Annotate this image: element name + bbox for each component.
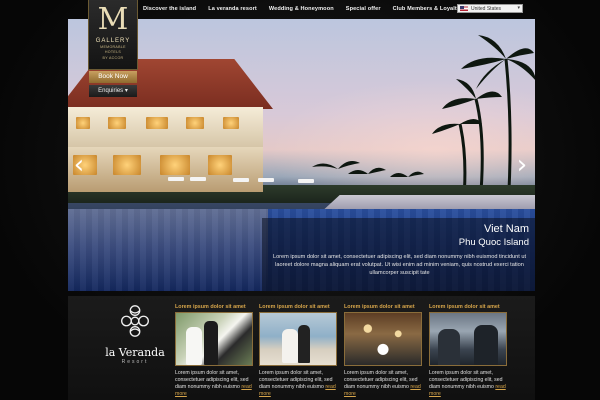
- groom-figure: [298, 325, 310, 363]
- hero-title: Viet Nam: [483, 223, 529, 235]
- lit-window: [160, 155, 190, 175]
- upper-floor: [68, 107, 263, 147]
- logo-tagline-2: HOTELS: [104, 50, 122, 55]
- logo-tagline-3: BY ACCOR: [102, 55, 124, 60]
- feature-card: Lorem ipsum dolor sit amet Lorem ipsum d…: [344, 304, 422, 398]
- card-body: Lorem ipsum dolor sit amet, consectetuer…: [344, 370, 418, 391]
- nav-special-offer[interactable]: Special offer: [340, 6, 387, 12]
- language-value: United States: [471, 5, 502, 12]
- sun-lounger: [298, 179, 314, 183]
- logo-mark: M: [97, 2, 129, 37]
- card-image-banquet[interactable]: [344, 312, 422, 366]
- bride-figure: [186, 327, 202, 365]
- card-image-business-meeting[interactable]: [429, 312, 507, 366]
- us-flag-icon: [460, 6, 468, 11]
- book-now-button[interactable]: Book Now: [89, 71, 137, 83]
- card-text: Lorem ipsum dolor sit amet, consectetuer…: [344, 370, 422, 398]
- groom-figure: [204, 321, 218, 365]
- person-figure: [438, 329, 460, 365]
- resort-subtitle: Resort: [121, 359, 149, 365]
- card-title: Lorem ipsum dolor sit amet: [175, 304, 246, 310]
- card-image-wedding-couple[interactable]: [175, 312, 253, 366]
- slide-next-arrow-icon[interactable]: ›: [515, 150, 529, 180]
- nav-wedding-honeymoon[interactable]: Wedding & Honeymoon: [263, 6, 340, 12]
- pool-reflection: [68, 209, 268, 291]
- logo-brand: GALLERY: [95, 38, 131, 44]
- chevron-down-icon: ▾: [124, 88, 128, 94]
- card-body: Lorem ipsum dolor sit amet, consectetuer…: [175, 370, 249, 391]
- lit-window: [223, 117, 239, 129]
- sun-lounger: [190, 177, 206, 181]
- card-body: Lorem ipsum dolor sit amet, consectetuer…: [429, 370, 503, 391]
- lit-window: [208, 155, 232, 175]
- hero-subtitle: Phu Quoc Island: [458, 237, 529, 248]
- sun-lounger: [233, 178, 249, 182]
- bride-figure: [282, 329, 298, 363]
- top-nav: Discover the island La veranda resort We…: [137, 2, 484, 16]
- feature-card: Lorem ipsum dolor sit amet Lorem ipsum d…: [259, 304, 337, 398]
- card-text: Lorem ipsum dolor sit amet, consectetuer…: [259, 370, 337, 398]
- person-figure: [474, 325, 498, 365]
- feature-card: Lorem ipsum dolor sit amet Lorem ipsum d…: [429, 304, 507, 398]
- lit-window: [146, 117, 168, 129]
- sun-lounger: [168, 177, 184, 181]
- gallery-logo[interactable]: M GALLERY MEMORABLE HOTELS BY ACCOR: [88, 0, 138, 70]
- hero-text: Lorem ipsum dolor sit amet, consectetuer…: [272, 254, 527, 277]
- resort-name: la Veranda: [105, 346, 165, 359]
- enquiries-label: Enquiries: [98, 88, 124, 94]
- nav-discover-island[interactable]: Discover the island: [137, 6, 202, 12]
- language-select[interactable]: United States ▾: [457, 4, 523, 13]
- card-title: Lorem ipsum dolor sit amet: [429, 304, 500, 310]
- enquiries-button[interactable]: Enquiries ▾: [89, 85, 137, 97]
- nav-la-veranda-resort[interactable]: La veranda resort: [202, 6, 263, 12]
- card-body: Lorem ipsum dolor sit amet, consectetuer…: [259, 370, 333, 391]
- card-text: Lorem ipsum dolor sit amet, consectetuer…: [429, 370, 507, 398]
- feature-card: Lorem ipsum dolor sit amet Lorem ipsum d…: [175, 304, 253, 398]
- la-veranda-logo[interactable]: la Veranda Resort: [90, 302, 180, 372]
- hero-caption: Viet Nam Phu Quoc Island Lorem ipsum dol…: [262, 218, 535, 291]
- lit-window: [113, 155, 141, 175]
- lit-window: [76, 117, 90, 129]
- ground-floor: [68, 147, 263, 192]
- lit-window: [186, 117, 204, 129]
- card-title: Lorem ipsum dolor sit amet: [344, 304, 415, 310]
- card-title: Lorem ipsum dolor sit amet: [259, 304, 330, 310]
- chevron-down-icon: ▾: [517, 5, 520, 11]
- slide-prev-arrow-icon[interactable]: ‹: [72, 150, 86, 180]
- card-text: Lorem ipsum dolor sit amet, consectetuer…: [175, 370, 253, 398]
- sun-lounger: [258, 178, 274, 182]
- logo-tagline-1: MEMORABLE: [100, 45, 126, 49]
- resort-emblem-icon: [121, 305, 149, 337]
- page: Discover the island La veranda resort We…: [0, 0, 600, 400]
- card-image-beach-couple[interactable]: [259, 312, 337, 366]
- lit-window: [108, 117, 126, 129]
